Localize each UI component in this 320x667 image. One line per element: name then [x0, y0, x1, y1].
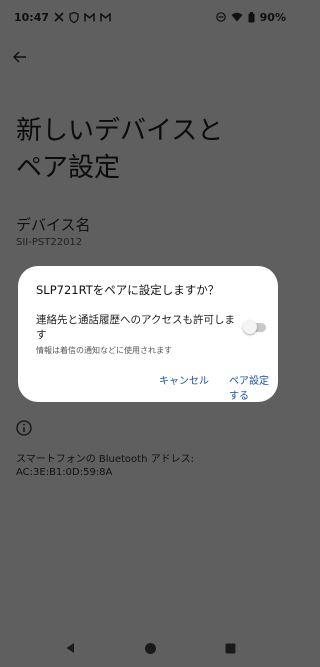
- device-name-value: SII-PST22012: [16, 237, 83, 248]
- back-triangle-icon[interactable]: [61, 639, 79, 657]
- pair-button[interactable]: ペア設定する: [229, 372, 278, 402]
- status-left: 10:47: [14, 11, 111, 24]
- navigation-bar: [0, 630, 300, 667]
- twitter-icon: [54, 12, 64, 22]
- gmail-icon: [84, 12, 95, 22]
- cancel-button[interactable]: キャンセル: [159, 372, 209, 387]
- contact-access-line1: 連絡先と通話履歴へのアクセスも許可しま: [36, 314, 235, 326]
- shield-icon: [69, 11, 79, 23]
- status-bar: 10:47 90%: [0, 0, 300, 34]
- battery-percent: 90%: [259, 10, 286, 24]
- pairing-dialog: SLP721RTをペアに設定しますか？ 連絡先と通話履歴へのアクセスも許可しま …: [18, 266, 278, 402]
- dnd-icon: [215, 12, 226, 22]
- bluetooth-address-label: スマートフォンの Bluetooth アドレス:: [16, 454, 194, 465]
- dialog-note: 情報は着信の通知などに使用されます: [36, 346, 172, 355]
- bluetooth-address: スマートフォンの Bluetooth アドレス: AC:3E:B1:0D:59:…: [16, 453, 194, 479]
- status-right: 90%: [215, 10, 286, 24]
- contact-access-line2: す: [36, 329, 47, 341]
- bluetooth-address-value: AC:3E:B1:0D:59:8A: [16, 467, 113, 478]
- status-time: 10:47: [14, 10, 50, 24]
- dialog-title: SLP721RTをペアに設定しますか？: [36, 283, 220, 297]
- page-title-line1: 新しいデバイスと: [16, 116, 224, 146]
- page-title-line2: ペア設定: [16, 153, 121, 183]
- recents-square-icon[interactable]: [221, 639, 239, 657]
- device-name-label: デバイス名: [16, 216, 91, 234]
- contact-access-toggle[interactable]: [243, 320, 266, 334]
- wifi-icon: [231, 12, 243, 22]
- home-circle-icon[interactable]: [141, 639, 159, 657]
- page-title: 新しいデバイスと ペア設定: [16, 113, 286, 187]
- contact-access-label: 連絡先と通話履歴へのアクセスも許可しま す: [36, 313, 244, 343]
- gmail-icon: [100, 12, 111, 22]
- toggle-thumb: [243, 320, 257, 334]
- back-arrow-icon[interactable]: [10, 47, 30, 67]
- info-icon: [16, 420, 34, 438]
- battery-icon: [248, 11, 255, 23]
